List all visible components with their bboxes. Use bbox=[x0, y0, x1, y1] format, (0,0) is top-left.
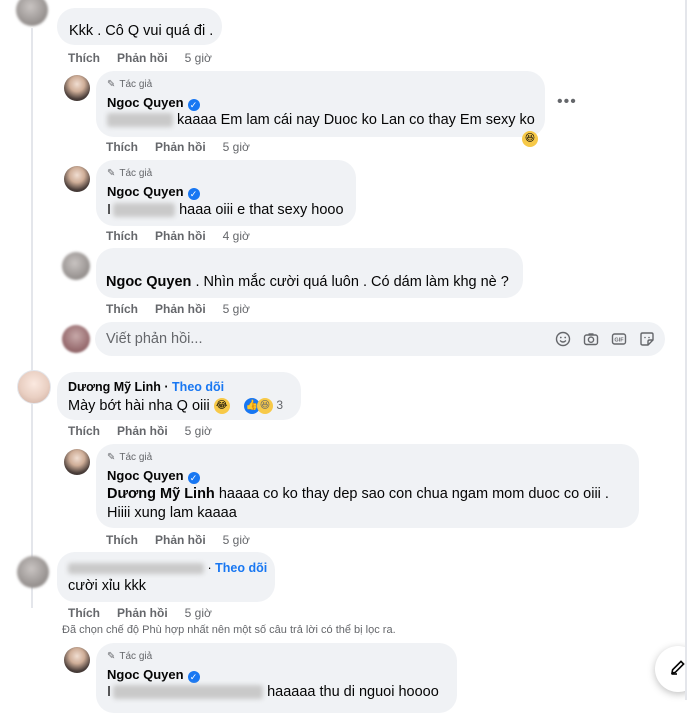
avatar[interactable] bbox=[17, 370, 51, 404]
avatar bbox=[62, 325, 90, 353]
author-badge: ✎ Tác giả bbox=[107, 79, 153, 90]
mention-link[interactable]: Dương Mỹ Linh bbox=[107, 486, 215, 502]
reaction-summary[interactable]: 👍 😆 3 bbox=[244, 398, 283, 414]
comment-author[interactable]: Ngoc Quyen ✓ bbox=[107, 95, 200, 111]
blurred-mention bbox=[113, 203, 176, 218]
camera-icon[interactable] bbox=[583, 331, 599, 347]
comment-text: kaaaa Em lam cái nay Duoc ko Lan co thay… bbox=[107, 112, 535, 128]
filter-note: Đã chọn chế độ Phù hợp nhất nên một số c… bbox=[62, 624, 396, 636]
timestamp[interactable]: 4 giờ bbox=[223, 229, 250, 243]
avatar[interactable] bbox=[64, 449, 90, 475]
reply-button[interactable]: Phản hồi bbox=[155, 140, 206, 154]
timestamp[interactable]: 5 giờ bbox=[185, 51, 212, 65]
like-button[interactable]: Thích bbox=[68, 606, 100, 620]
comment-text-line2: Hiiii xung lam kaaaa bbox=[107, 505, 237, 521]
like-button[interactable]: Thích bbox=[106, 533, 138, 547]
blurred-mention bbox=[107, 113, 173, 128]
comment-author[interactable]: Ngoc Quyen ✓ bbox=[107, 184, 200, 200]
comment-actions: Thích Phản hồi 5 giờ bbox=[106, 533, 267, 547]
follow-link[interactable]: Theo dõi bbox=[215, 561, 267, 575]
comment-actions: Thích Phản hồi 4 giờ bbox=[106, 229, 267, 243]
emoji-icon[interactable] bbox=[555, 331, 571, 347]
reply-button[interactable]: Phản hồi bbox=[155, 533, 206, 547]
pen-icon: ✎ bbox=[107, 79, 116, 90]
timestamp[interactable]: 5 giờ bbox=[223, 533, 250, 547]
avatar[interactable] bbox=[16, 0, 48, 26]
reply-placeholder: Viết phản hồi... bbox=[106, 331, 203, 347]
avatar[interactable] bbox=[64, 75, 90, 101]
like-button[interactable]: Thích bbox=[106, 229, 138, 243]
reply-input[interactable]: Viết phản hồi... GIF bbox=[95, 322, 665, 356]
comment-author[interactable]: Ngoc Quyen ✓ bbox=[107, 468, 200, 484]
reply-button[interactable]: Phản hồi bbox=[117, 424, 168, 438]
avatar[interactable] bbox=[64, 647, 90, 673]
like-button[interactable]: Thích bbox=[68, 424, 100, 438]
mention-link[interactable]: Ngoc Quyen bbox=[106, 274, 191, 290]
thread-line bbox=[31, 28, 33, 608]
author-badge: ✎ Tác giả bbox=[107, 168, 153, 179]
timestamp[interactable]: 5 giờ bbox=[185, 606, 212, 620]
pen-icon: ✎ bbox=[107, 168, 116, 179]
comment-bubble bbox=[96, 248, 523, 298]
verified-icon: ✓ bbox=[187, 99, 200, 111]
comment-actions: Thích Phản hồi 5 giờ bbox=[106, 140, 267, 154]
comment-actions: Thích Phản hồi 5 giờ bbox=[106, 302, 267, 316]
comment-text: I haaaaa thu di nguoi hoooo bbox=[107, 684, 439, 700]
comment-actions: Thích Phản hồi 5 giờ bbox=[68, 424, 229, 438]
haha-reaction-icon: 😆 bbox=[257, 398, 273, 414]
comment-author[interactable]: · Theo dõi bbox=[68, 561, 267, 575]
pen-icon: ✎ bbox=[107, 452, 116, 463]
timestamp[interactable]: 5 giờ bbox=[185, 424, 212, 438]
avatar[interactable] bbox=[62, 252, 90, 280]
verified-icon: ✓ bbox=[187, 671, 200, 683]
gif-icon[interactable]: GIF bbox=[611, 331, 627, 347]
comment-text: cười xỉu kkk bbox=[68, 578, 147, 594]
blurred-mention bbox=[113, 685, 264, 700]
laughing-emoji-icon: 😆 bbox=[522, 131, 538, 147]
like-button[interactable]: Thích bbox=[106, 302, 138, 316]
timestamp[interactable]: 5 giờ bbox=[223, 302, 250, 316]
svg-text:GIF: GIF bbox=[614, 338, 624, 344]
comment-text: I haaa oiii e that sexy hooo bbox=[107, 202, 344, 218]
more-icon[interactable]: ••• bbox=[557, 93, 577, 111]
comment-text: Mày bớt hài nha Q oiii 😂 bbox=[68, 398, 230, 415]
new-message-button[interactable] bbox=[655, 646, 687, 692]
comment-text: Dương Mỹ Linh haaaa co ko thay dep sao c… bbox=[107, 486, 609, 502]
comment-author[interactable]: Ngoc Quyen ✓ bbox=[107, 667, 200, 683]
timestamp[interactable]: 5 giờ bbox=[223, 140, 250, 154]
comment-text: Ngoc Quyen . Nhìn mắc cười quá luôn . Có… bbox=[106, 274, 509, 290]
comment-actions: Thích Phản hồi 5 giờ bbox=[68, 51, 229, 65]
comment-actions: Thích Phản hồi 5 giờ bbox=[68, 606, 229, 620]
comment-text: Kkk . Cô Q vui quá đi . bbox=[69, 23, 214, 39]
like-button[interactable]: Thích bbox=[106, 140, 138, 154]
avatar[interactable] bbox=[17, 556, 49, 588]
comment-bubble bbox=[57, 552, 275, 602]
author-badge: ✎ Tác giả bbox=[107, 452, 153, 463]
avatar[interactable] bbox=[64, 166, 90, 192]
verified-icon: ✓ bbox=[187, 472, 200, 484]
comment-author[interactable]: Dương Mỹ Linh · Theo dõi bbox=[68, 380, 224, 394]
verified-icon: ✓ bbox=[187, 188, 200, 200]
reply-button[interactable]: Phản hồi bbox=[155, 229, 206, 243]
like-button[interactable]: Thích bbox=[68, 51, 100, 65]
pen-icon: ✎ bbox=[107, 651, 116, 662]
follow-link[interactable]: Theo dõi bbox=[172, 380, 224, 394]
reply-button[interactable]: Phản hồi bbox=[155, 302, 206, 316]
blurred-name bbox=[68, 563, 204, 575]
laughing-emoji-icon: 😂 bbox=[213, 398, 230, 415]
reply-button[interactable]: Phản hồi bbox=[117, 51, 168, 65]
sticker-icon[interactable] bbox=[639, 331, 655, 347]
author-badge: ✎ Tác giả bbox=[107, 651, 153, 662]
reply-button[interactable]: Phản hồi bbox=[117, 606, 168, 620]
